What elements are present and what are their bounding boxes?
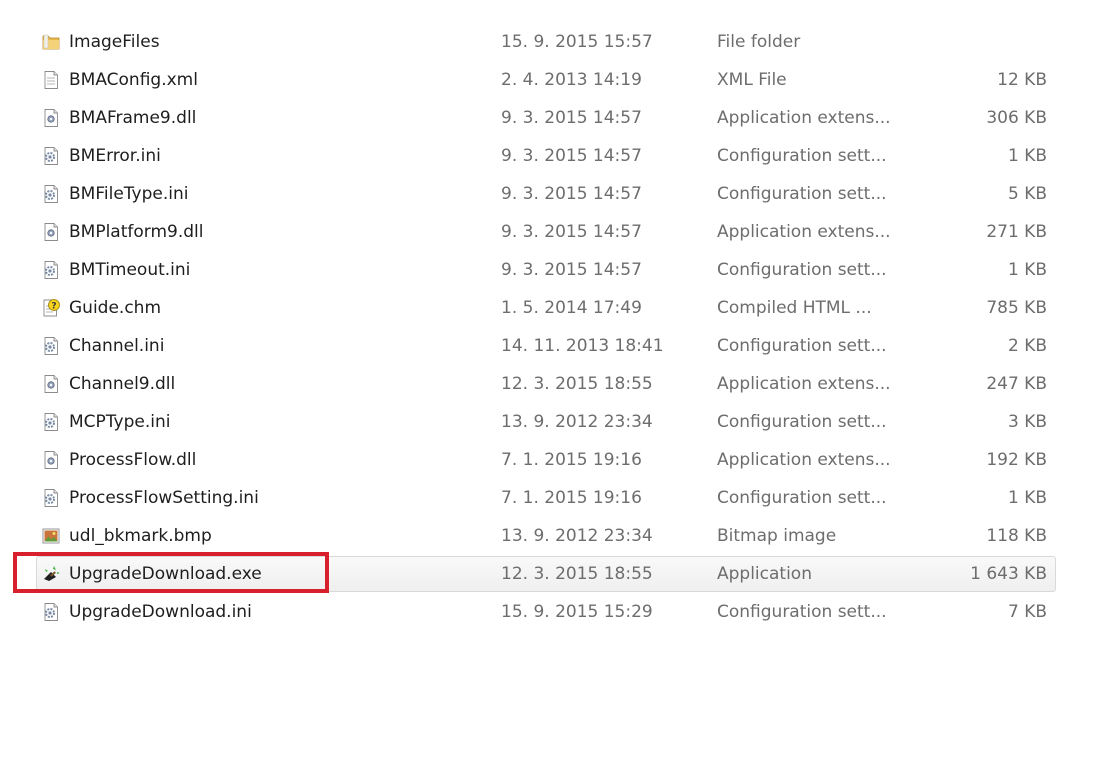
file-size: 271 KB (986, 222, 1047, 242)
file-name: MCPType.ini (69, 412, 171, 432)
file-name: Channel.ini (69, 336, 165, 356)
file-type: File folder (717, 32, 801, 52)
file-name: udl_bkmark.bmp (69, 526, 212, 546)
file-type: XML File (717, 70, 787, 90)
file-date-modified: 15. 9. 2015 15:29 (501, 602, 653, 622)
file-type: Application extens... (717, 450, 891, 470)
file-size: 1 KB (1007, 146, 1047, 166)
ini-file-icon (41, 260, 61, 280)
file-type: Application (717, 564, 812, 584)
xml-file-icon (41, 70, 61, 90)
file-name: ImageFiles (69, 32, 160, 52)
file-size: 5 KB (1007, 184, 1047, 204)
ini-file-icon (41, 412, 61, 432)
file-date-modified: 7. 1. 2015 19:16 (501, 450, 642, 470)
file-date-modified: 7. 1. 2015 19:16 (501, 488, 642, 508)
folder-icon (41, 32, 61, 52)
file-date-modified: 9. 3. 2015 14:57 (501, 146, 642, 166)
file-type: Configuration sett... (717, 146, 887, 166)
file-date-modified: 9. 3. 2015 14:57 (501, 222, 642, 242)
file-date-modified: 12. 3. 2015 18:55 (501, 564, 653, 584)
file-date-modified: 9. 3. 2015 14:57 (501, 184, 642, 204)
file-name: UpgradeDownload.ini (69, 602, 252, 622)
file-row[interactable]: Channel9.dll 12. 3. 2015 18:55 Applicati… (36, 366, 1056, 402)
file-date-modified: 13. 9. 2012 23:34 (501, 412, 653, 432)
file-type: Application extens... (717, 222, 891, 242)
file-date-modified: 13. 9. 2012 23:34 (501, 526, 653, 546)
file-date-modified: 9. 3. 2015 14:57 (501, 108, 642, 128)
file-date-modified: 14. 11. 2013 18:41 (501, 336, 664, 356)
file-date-modified: 1. 5. 2014 17:49 (501, 298, 642, 318)
ini-file-icon (41, 146, 61, 166)
file-size: 1 KB (1007, 260, 1047, 280)
file-name: Channel9.dll (69, 374, 176, 394)
dll-file-icon (41, 108, 61, 128)
file-row[interactable]: ProcessFlowSetting.ini 7. 1. 2015 19:16 … (36, 480, 1056, 516)
file-type: Application extens... (717, 374, 891, 394)
ini-file-icon (41, 602, 61, 622)
file-type: Configuration sett... (717, 184, 887, 204)
svg-text:?: ? (51, 302, 56, 312)
file-name: BMAConfig.xml (69, 70, 198, 90)
file-size: 3 KB (1007, 412, 1047, 432)
file-size: 7 KB (1007, 602, 1047, 622)
file-type: Configuration sett... (717, 260, 887, 280)
file-row[interactable]: BMTimeout.ini 9. 3. 2015 14:57 Configura… (36, 252, 1056, 288)
file-date-modified: 9. 3. 2015 14:57 (501, 260, 642, 280)
file-date-modified: 12. 3. 2015 18:55 (501, 374, 653, 394)
file-row[interactable]: udl_bkmark.bmp 13. 9. 2012 23:34 Bitmap … (36, 518, 1056, 554)
file-row[interactable]: BMFileType.ini 9. 3. 2015 14:57 Configur… (36, 176, 1056, 212)
file-date-modified: 15. 9. 2015 15:57 (501, 32, 653, 52)
file-name: ProcessFlow.dll (69, 450, 197, 470)
file-type: Configuration sett... (717, 602, 887, 622)
file-name: Guide.chm (69, 298, 162, 318)
file-size: 247 KB (986, 374, 1047, 394)
file-row[interactable]: UpgradeDownload.ini 15. 9. 2015 15:29 Co… (36, 594, 1056, 630)
file-size: 118 KB (986, 526, 1047, 546)
dll-file-icon (41, 222, 61, 242)
ini-file-icon (41, 184, 61, 204)
ini-file-icon (41, 488, 61, 508)
file-type: Configuration sett... (717, 412, 887, 432)
chm-help-icon: ? (41, 298, 61, 318)
file-row[interactable]: Channel.ini 14. 11. 2013 18:41 Configura… (36, 328, 1056, 364)
dll-file-icon (41, 450, 61, 470)
file-name: UpgradeDownload.exe (69, 564, 262, 584)
file-type: Application extens... (717, 108, 891, 128)
file-size: 2 KB (1007, 336, 1047, 356)
file-row[interactable]: BMError.ini 9. 3. 2015 14:57 Configurati… (36, 138, 1056, 174)
file-name: ProcessFlowSetting.ini (69, 488, 259, 508)
file-name: BMTimeout.ini (69, 260, 191, 280)
bitmap-image-icon (41, 526, 61, 546)
file-name: BMAFrame9.dll (69, 108, 197, 128)
file-row[interactable]: ImageFiles 15. 9. 2015 15:57 File folder (36, 24, 1056, 60)
file-size: 306 KB (986, 108, 1047, 128)
dll-file-icon (41, 374, 61, 394)
file-type: Bitmap image (717, 526, 837, 546)
file-row[interactable]: MCPType.ini 13. 9. 2012 23:34 Configurat… (36, 404, 1056, 440)
ini-file-icon (41, 336, 61, 356)
file-name: BMFileType.ini (69, 184, 189, 204)
file-row[interactable]: BMPlatform9.dll 9. 3. 2015 14:57 Applica… (36, 214, 1056, 250)
file-size: 192 KB (986, 450, 1047, 470)
file-size: 1 643 KB (970, 564, 1047, 584)
file-row[interactable]: ? Guide.chm 1. 5. 2014 17:49 Compiled HT… (36, 290, 1056, 326)
file-size: 12 KB (997, 70, 1047, 90)
file-type: Configuration sett... (717, 336, 887, 356)
file-name: BMError.ini (69, 146, 161, 166)
file-row[interactable]: BMAConfig.xml 2. 4. 2013 14:19 XML File … (36, 62, 1056, 98)
file-row-selected[interactable]: UpgradeDownload.exe 12. 3. 2015 18:55 Ap… (36, 556, 1056, 592)
file-date-modified: 2. 4. 2013 14:19 (501, 70, 642, 90)
file-type: Compiled HTML ... (717, 298, 872, 318)
file-row[interactable]: BMAFrame9.dll 9. 3. 2015 14:57 Applicati… (36, 100, 1056, 136)
file-type: Configuration sett... (717, 488, 887, 508)
file-row[interactable]: ProcessFlow.dll 7. 1. 2015 19:16 Applica… (36, 442, 1056, 478)
file-name: BMPlatform9.dll (69, 222, 204, 242)
file-size: 1 KB (1007, 488, 1047, 508)
file-size: 785 KB (986, 298, 1047, 318)
exe-app-icon (41, 564, 61, 584)
